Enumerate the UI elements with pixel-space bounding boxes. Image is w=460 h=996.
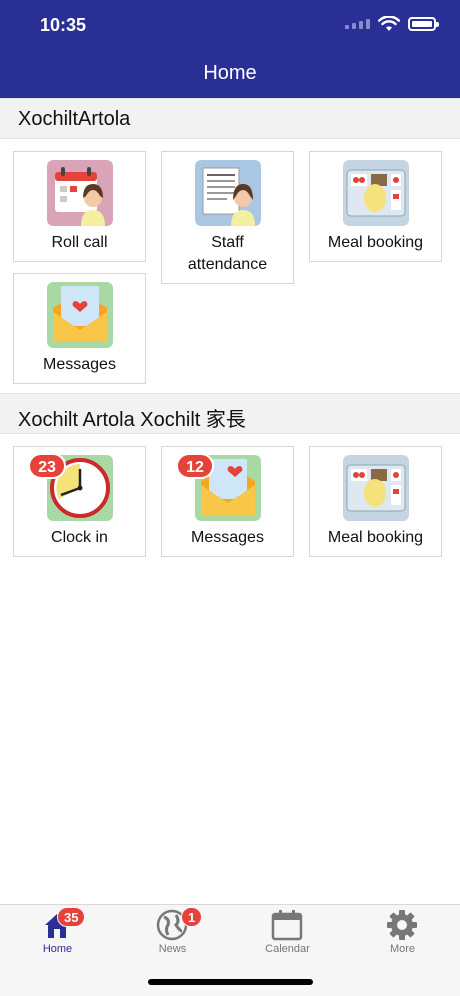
- tab-more[interactable]: More: [345, 905, 460, 965]
- battery-icon: [408, 17, 439, 31]
- roll-call-tile[interactable]: Roll call: [13, 151, 146, 262]
- home-indicator: [148, 979, 313, 985]
- tab-more-label: More: [389, 943, 416, 955]
- staff-attendance-icon: [195, 160, 261, 226]
- app-header: 10:35 Home: [0, 0, 460, 98]
- home-badge: 35: [57, 907, 86, 927]
- meal-booking-icon: [343, 455, 409, 521]
- page-title: Home: [203, 62, 257, 84]
- news-badge: 1: [181, 907, 203, 927]
- wifi-icon: [378, 16, 400, 31]
- tab-calendar[interactable]: Calendar: [230, 905, 345, 965]
- messages-label: Messages: [43, 356, 116, 373]
- tab-home[interactable]: 35 Home: [0, 905, 115, 965]
- tab-home-label: Home: [42, 943, 73, 955]
- staff-attendance-tile[interactable]: Staff attendance: [161, 151, 294, 284]
- status-indicators: [345, 16, 439, 32]
- staff-attendance-label: Staff attendance: [187, 234, 268, 273]
- parent-messages-tile[interactable]: 12 Messages: [161, 446, 294, 557]
- clock-in-badge: 23: [28, 453, 66, 479]
- status-time: 10:35: [40, 15, 87, 35]
- calendar-icon: [271, 910, 303, 941]
- roll-call-label: Roll call: [51, 234, 108, 251]
- clock-in-tile[interactable]: 23 Clock in: [13, 446, 146, 557]
- meal-booking-tile[interactable]: Meal booking: [309, 151, 442, 262]
- parent-messages-label: Messages: [191, 529, 264, 546]
- gear-icon: [387, 910, 417, 940]
- tab-news[interactable]: 1 News: [115, 905, 230, 965]
- messages-badge: 12: [176, 453, 214, 479]
- meal-booking-icon: [343, 160, 409, 226]
- messages-tile[interactable]: Messages: [13, 273, 146, 384]
- clock-in-label: Clock in: [51, 529, 108, 546]
- section-header-staff: XochiltArtola: [0, 98, 460, 139]
- parent-meal-booking-label: Meal booking: [327, 529, 424, 546]
- signal-icon: [345, 19, 370, 29]
- parent-meal-booking-tile[interactable]: Meal booking: [309, 446, 442, 557]
- meal-booking-label: Meal booking: [327, 234, 424, 251]
- tab-calendar-label: Calendar: [265, 943, 310, 955]
- section-header-parent: Xochilt Artola Xochilt 家長: [0, 393, 460, 434]
- roll-call-icon: [47, 160, 113, 226]
- tab-news-label: News: [158, 943, 187, 955]
- messages-icon: [47, 282, 113, 348]
